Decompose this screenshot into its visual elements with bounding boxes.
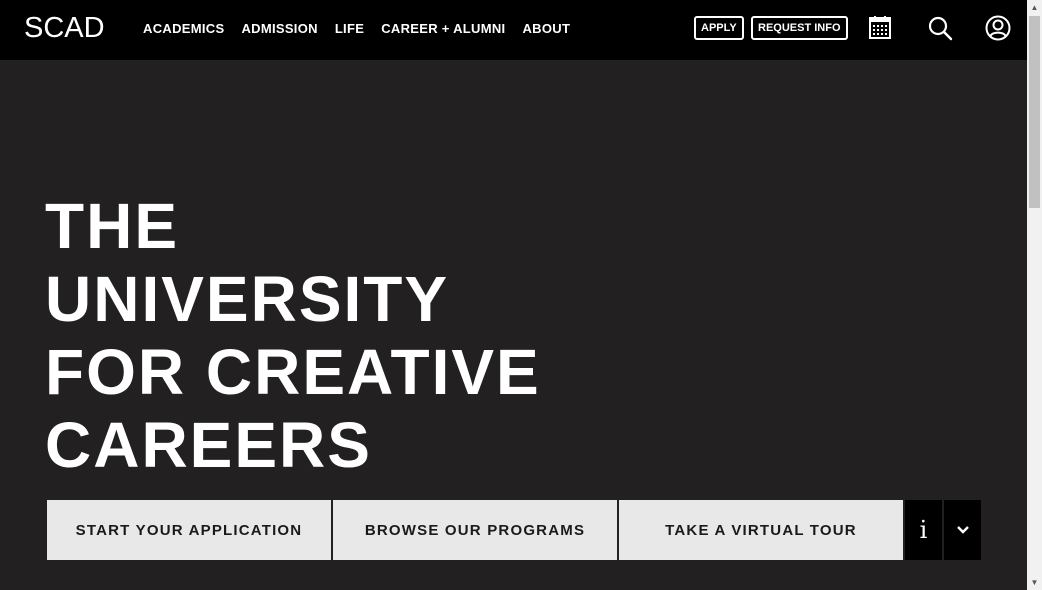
chevron-down-icon: [956, 526, 969, 534]
apply-button[interactable]: APPLY: [694, 16, 744, 40]
user-icon[interactable]: [984, 14, 1012, 42]
start-application-button[interactable]: START YOUR APPLICATION: [47, 500, 331, 560]
nav-item-life[interactable]: LIFE: [335, 21, 364, 36]
info-button[interactable]: i: [905, 500, 942, 560]
vertical-scrollbar[interactable]: ▲ ▼: [1027, 0, 1042, 590]
scroll-up-arrow-icon[interactable]: ▲: [1027, 0, 1042, 15]
scad-logo[interactable]: SCAD: [24, 12, 105, 45]
top-navigation-bar: SCAD ACADEMICS ADMISSION LIFE CAREER + A…: [0, 0, 1027, 60]
virtual-tour-button[interactable]: TAKE A VIRTUAL TOUR: [619, 500, 903, 560]
nav-item-academics[interactable]: ACADEMICS: [143, 21, 224, 36]
hero-title-line: UNIVERSITY: [45, 263, 450, 335]
nav-item-career-alumni[interactable]: CAREER + ALUMNI: [381, 21, 505, 36]
hero-title: THE UNIVERSITY FOR CREATIVE CAREERS: [45, 190, 541, 482]
hero-title-line: CAREERS: [45, 409, 372, 481]
main-nav: ACADEMICS ADMISSION LIFE CAREER + ALUMNI…: [143, 21, 587, 36]
nav-item-about[interactable]: ABOUT: [522, 21, 570, 36]
scroll-down-arrow-icon[interactable]: ▼: [1027, 575, 1042, 590]
cta-row: START YOUR APPLICATION BROWSE OUR PROGRA…: [47, 500, 981, 560]
scrollbar-thumb[interactable]: [1029, 16, 1040, 208]
chevron-down-button[interactable]: [944, 500, 981, 560]
hero-title-line: FOR CREATIVE: [45, 336, 541, 408]
hero-title-line: THE: [45, 190, 179, 262]
calendar-icon[interactable]: [866, 14, 894, 42]
nav-item-admission[interactable]: ADMISSION: [241, 21, 317, 36]
request-info-button[interactable]: REQUEST INFO: [751, 16, 848, 40]
search-icon[interactable]: [926, 14, 954, 42]
browse-programs-button[interactable]: BROWSE OUR PROGRAMS: [333, 500, 617, 560]
